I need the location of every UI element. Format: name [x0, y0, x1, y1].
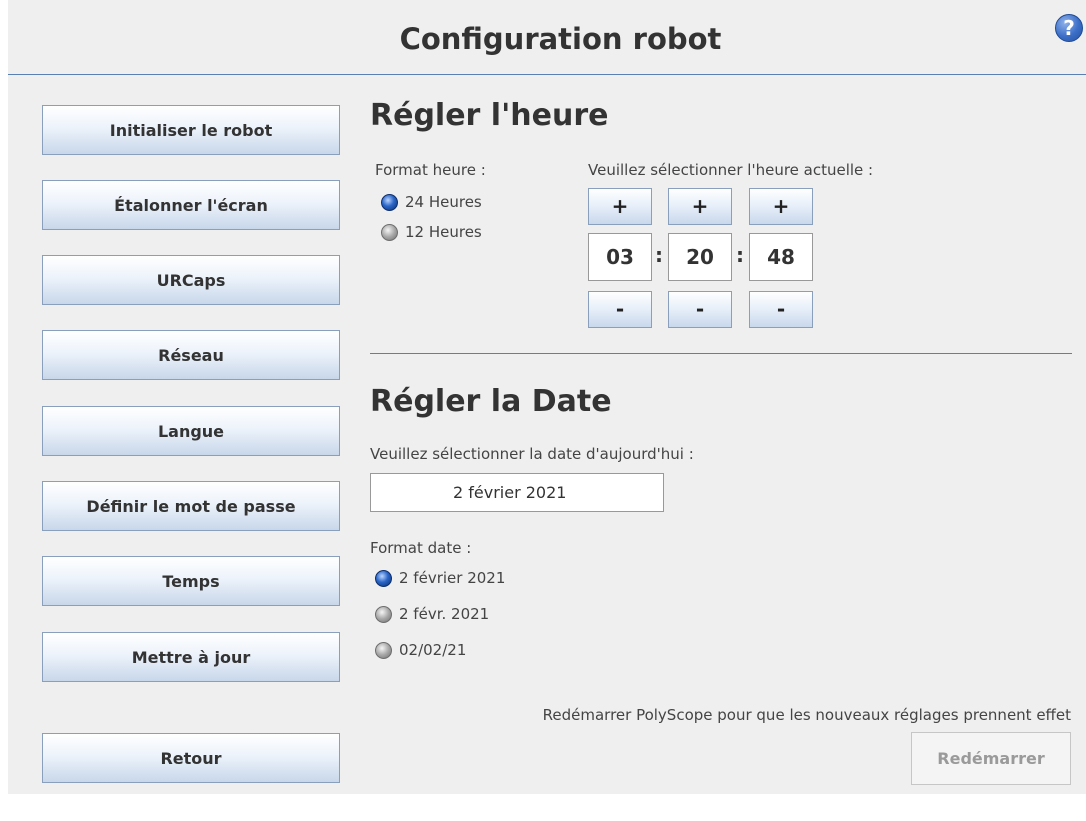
- radio-unselected-icon: [381, 223, 398, 241]
- time-format-24h-radio[interactable]: 24 Heures: [381, 193, 482, 211]
- hours-increment-button[interactable]: +: [588, 188, 652, 225]
- date-format-label: Format date :: [370, 539, 472, 557]
- date-field[interactable]: 2 février 2021: [370, 473, 664, 512]
- time-separator: :: [655, 243, 663, 267]
- nav-set-password-button[interactable]: Définir le mot de passe: [42, 481, 340, 531]
- time-format-label: Format heure :: [375, 161, 486, 179]
- seconds-increment-button[interactable]: +: [749, 188, 813, 225]
- seconds-decrement-button[interactable]: -: [749, 291, 813, 328]
- radio-label: 2 février 2021: [399, 569, 506, 587]
- nav-time-button[interactable]: Temps: [42, 556, 340, 606]
- radio-unselected-icon: [375, 641, 392, 659]
- time-heading: Régler l'heure: [370, 98, 609, 133]
- date-format-short-radio[interactable]: 2 févr. 2021: [375, 605, 489, 623]
- back-button[interactable]: Retour: [42, 733, 340, 783]
- seconds-field[interactable]: 48: [749, 233, 813, 281]
- radio-label: 02/02/21: [399, 641, 467, 659]
- hours-field[interactable]: 03: [588, 233, 652, 281]
- restart-notice: Redémarrer PolyScope pour que les nouvea…: [542, 706, 1071, 724]
- minutes-increment-button[interactable]: +: [668, 188, 732, 225]
- time-separator: :: [736, 243, 744, 267]
- radio-selected-icon: [381, 193, 398, 211]
- section-divider: [370, 353, 1072, 354]
- hours-decrement-button[interactable]: -: [588, 291, 652, 328]
- time-select-label: Veuillez sélectionner l'heure actuelle :: [588, 161, 874, 179]
- date-format-long-radio[interactable]: 2 février 2021: [375, 569, 505, 587]
- radio-selected-icon: [375, 569, 392, 587]
- settings-window: Configuration robot ? Initialiser le rob…: [8, 0, 1086, 794]
- nav-update-button[interactable]: Mettre à jour: [42, 632, 340, 682]
- date-heading: Régler la Date: [370, 384, 612, 419]
- radio-unselected-icon: [375, 605, 392, 623]
- help-icon[interactable]: ?: [1055, 14, 1083, 42]
- nav-calibrate-screen-button[interactable]: Étalonner l'écran: [42, 180, 340, 230]
- minutes-decrement-button[interactable]: -: [668, 291, 732, 328]
- nav-urcaps-button[interactable]: URCaps: [42, 255, 340, 305]
- radio-label: 24 Heures: [405, 193, 482, 211]
- date-select-label: Veuillez sélectionner la date d'aujourd'…: [370, 445, 694, 463]
- nav-language-button[interactable]: Langue: [42, 406, 340, 456]
- header: Configuration robot ?: [8, 0, 1086, 75]
- nav-initialize-robot-button[interactable]: Initialiser le robot: [42, 105, 340, 155]
- radio-label: 12 Heures: [405, 223, 482, 241]
- minutes-field[interactable]: 20: [668, 233, 732, 281]
- date-format-numeric-radio[interactable]: 02/02/21: [375, 641, 466, 659]
- time-format-12h-radio[interactable]: 12 Heures: [381, 223, 482, 241]
- restart-button[interactable]: Redémarrer: [911, 732, 1071, 785]
- nav-network-button[interactable]: Réseau: [42, 330, 340, 380]
- page-title: Configuration robot: [399, 22, 722, 56]
- radio-label: 2 févr. 2021: [399, 605, 490, 623]
